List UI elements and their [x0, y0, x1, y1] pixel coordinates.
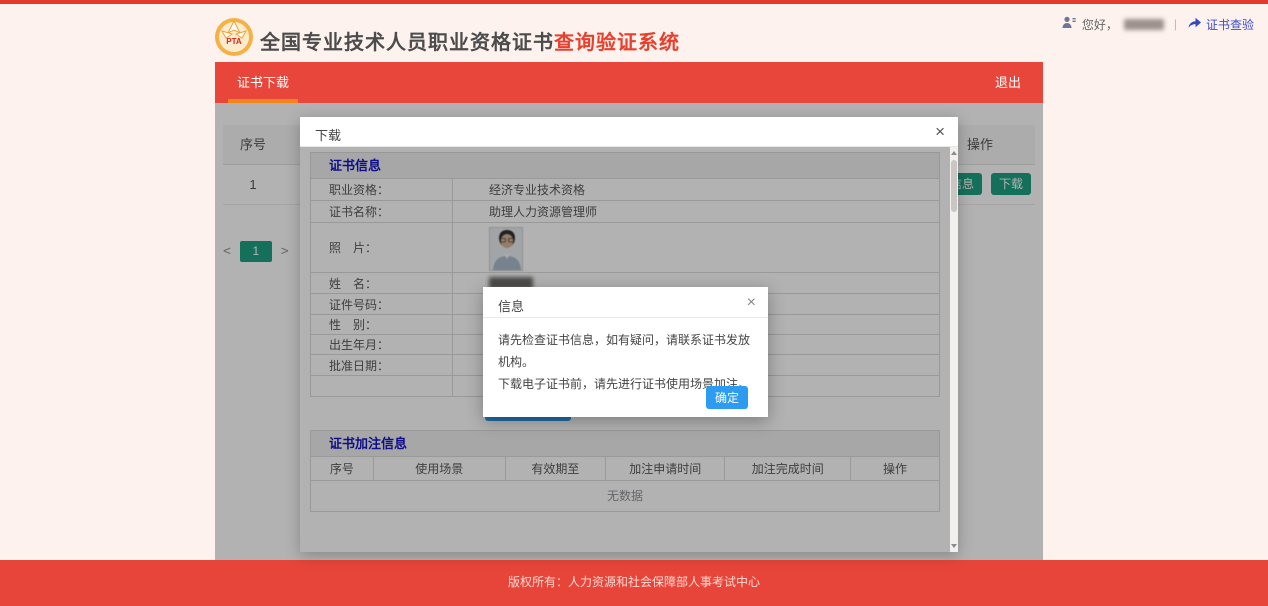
download-modal-title: 下载 [315, 125, 341, 144]
cert-verify-label: 证书查验 [1206, 16, 1254, 33]
modal-scrollbar[interactable] [950, 147, 958, 552]
scroll-down-arrow-icon[interactable] [951, 544, 957, 548]
page-title-main: 全国专业技术人员职业资格证书 [260, 32, 554, 54]
download-modal-titlebar: 下载 × [300, 117, 958, 147]
ok-button[interactable]: 确定 [706, 386, 748, 409]
info-modal-message: 请先检查证书信息，如有疑问，请联系证书发放机构。 下载电子证书前，请先进行证书使… [483, 318, 768, 395]
separator: | [1174, 17, 1177, 31]
user-area: 您好， | 证书查验 [1062, 16, 1254, 32]
info-modal-close-icon[interactable]: × [747, 292, 756, 314]
share-arrow-icon [1187, 16, 1202, 32]
tab-cert-download[interactable]: 证书下载 [228, 62, 298, 103]
info-line-1: 请先检查证书信息，如有疑问，请联系证书发放机构。 [498, 329, 753, 373]
download-modal-close-icon[interactable]: × [935, 121, 945, 143]
logout-button[interactable]: 退出 [995, 62, 1021, 103]
greeting-text: 您好， [1082, 16, 1118, 33]
footer: 版权所有：人力资源和社会保障部人事考试中心 [0, 560, 1268, 606]
svg-text:PTA: PTA [226, 37, 242, 46]
top-accent-strip [0, 0, 1268, 4]
info-modal: 信息 × 请先检查证书信息，如有疑问，请联系证书发放机构。 下载电子证书前，请先… [483, 287, 768, 417]
info-modal-titlebar: 信息 × [483, 287, 768, 318]
scrollbar-thumb[interactable] [951, 160, 957, 212]
info-modal-title: 信息 [498, 296, 524, 315]
scroll-up-arrow-icon[interactable] [951, 151, 957, 155]
page-title-accent: 查询验证系统 [554, 32, 680, 54]
copyright-text: 版权所有：人力资源和社会保障部人事考试中心 [508, 575, 760, 589]
pta-logo: PTA [214, 17, 254, 57]
main-navbar: 证书下载 退出 [215, 62, 1043, 103]
user-name-redacted [1124, 19, 1164, 30]
cert-verify-link[interactable]: 证书查验 [1187, 16, 1254, 33]
user-icon [1062, 16, 1076, 32]
page-title: 全国专业技术人员职业资格证书查询验证系统 [260, 26, 680, 55]
